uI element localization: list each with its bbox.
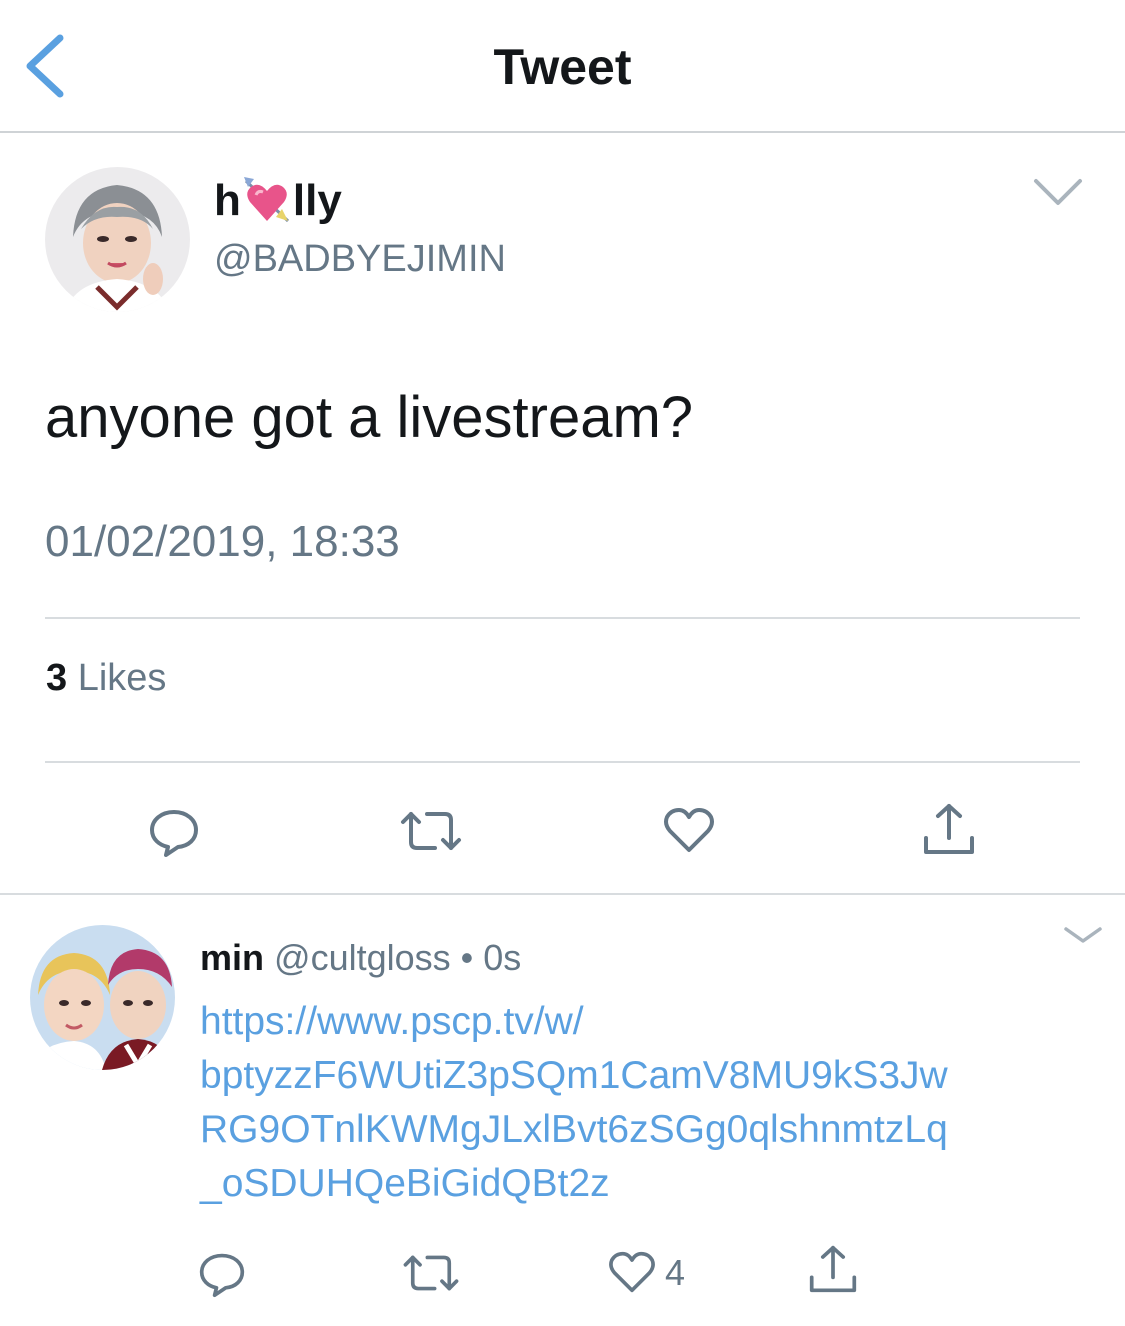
display-name-part: lly bbox=[292, 176, 342, 225]
share-icon bbox=[809, 1245, 857, 1293]
tweet-text: anyone got a livestream? bbox=[45, 385, 694, 450]
retweet-icon bbox=[403, 1255, 459, 1291]
likes-count[interactable]: 3 Likes bbox=[46, 657, 166, 700]
reply-time: 0s bbox=[483, 937, 522, 978]
display-name-part: h bbox=[214, 176, 241, 225]
like-heart-icon bbox=[664, 808, 714, 852]
reply-reply-button[interactable] bbox=[198, 1250, 246, 1303]
reply-button[interactable] bbox=[148, 806, 200, 863]
reply-link-line: _oSDUHQeBiGidQBt2z bbox=[200, 1162, 610, 1205]
reply-like-count: 4 bbox=[665, 1252, 686, 1293]
like-button[interactable] bbox=[663, 806, 715, 859]
caret-down-icon bbox=[1064, 927, 1102, 943]
reply-author-avatar[interactable] bbox=[30, 925, 175, 1070]
caret-down-icon bbox=[1034, 179, 1082, 205]
reply-separator: • bbox=[460, 937, 474, 978]
reply-link-line: RG9OTnlKWMgJLxlBvt6zSGg0qlshnmtzLq bbox=[200, 1108, 948, 1151]
page-title: Tweet bbox=[493, 39, 632, 95]
reply-icon bbox=[150, 810, 198, 857]
reply-options-caret[interactable] bbox=[1063, 925, 1103, 950]
reply-header: min @cultgloss • 0s bbox=[200, 937, 521, 979]
share-button[interactable] bbox=[922, 802, 976, 861]
likes-label: Likes bbox=[77, 657, 167, 699]
reply-share-button[interactable] bbox=[808, 1244, 858, 1299]
reply-link[interactable]: https://www.pscp.tv/w/ bptyzzF6WUtiZ3pSQ… bbox=[200, 995, 1100, 1211]
sparkling-heart-arrow-emoji bbox=[243, 177, 289, 223]
like-heart-icon bbox=[609, 1251, 655, 1293]
likes-number: 3 bbox=[46, 657, 68, 699]
share-icon bbox=[924, 804, 974, 854]
reply-retweet-button[interactable] bbox=[401, 1252, 461, 1299]
reply-author-handle[interactable]: @cultgloss bbox=[274, 937, 451, 978]
reply-author-name[interactable]: min bbox=[200, 937, 264, 978]
tweet-options-caret[interactable] bbox=[1033, 177, 1083, 212]
author-handle[interactable]: @BADBYEJIMIN bbox=[214, 238, 506, 281]
reply-like-button[interactable] bbox=[608, 1250, 656, 1299]
section-divider bbox=[0, 893, 1125, 895]
retweet-icon bbox=[401, 812, 461, 850]
navigation-bar: Tweet bbox=[0, 0, 1125, 133]
tweet-timestamp: 01/02/2019, 18:33 bbox=[45, 517, 400, 566]
reply-link-line: https://www.pscp.tv/w/ bbox=[200, 1000, 584, 1043]
divider bbox=[45, 617, 1080, 619]
divider bbox=[45, 761, 1080, 763]
reply-icon bbox=[199, 1253, 245, 1298]
retweet-button[interactable] bbox=[399, 808, 463, 859]
author-display-name[interactable]: h lly bbox=[214, 175, 342, 227]
author-avatar[interactable] bbox=[45, 167, 190, 312]
reply-link-line: bptyzzF6WUtiZ3pSQm1CamV8MU9kS3Jw bbox=[200, 1054, 948, 1097]
